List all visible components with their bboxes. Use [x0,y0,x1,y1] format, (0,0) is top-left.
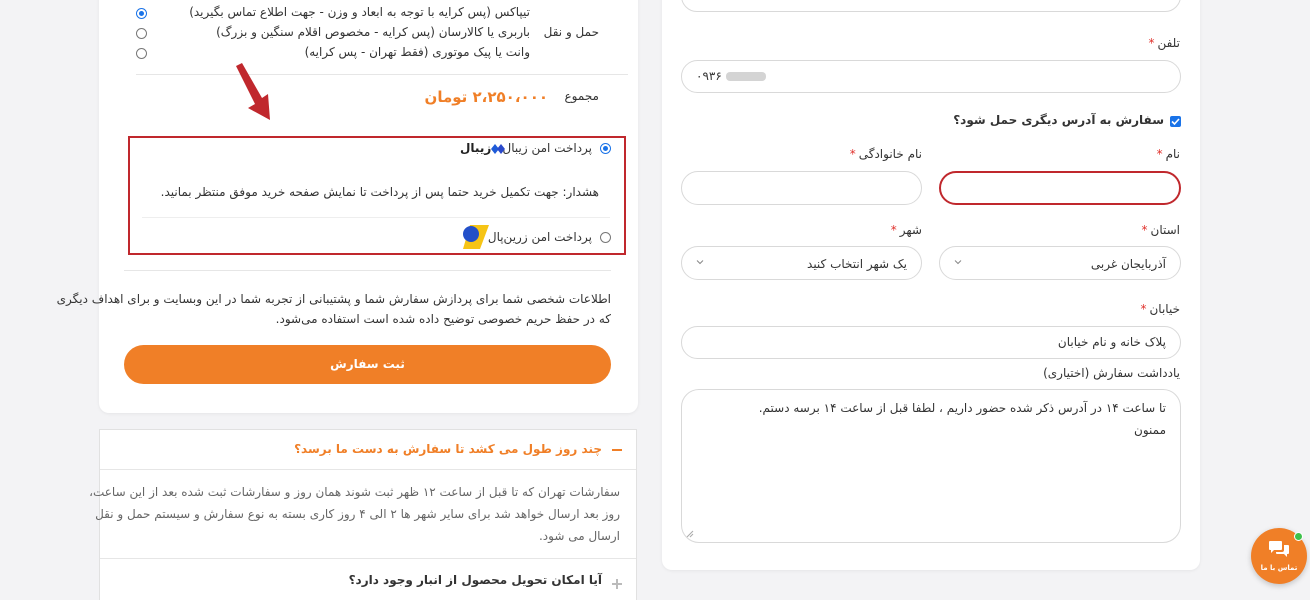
street-input[interactable]: پلاک خانه و نام خیابان [681,326,1181,359]
city-select[interactable]: یک شهر انتخاب کنید [681,246,922,280]
payment-warning: هشدار: جهت تکمیل خرید حتما پس از پرداخت … [160,185,599,199]
faq-answer-line1: سفارشات تهران که تا قبل از ساعت ۱۲ ظهر ث… [89,485,620,499]
zibal-logo-icon: زیبال [460,141,506,157]
last-name-label: نام خانوادگی* [849,147,922,161]
shipping-radio-tipax[interactable] [136,8,147,19]
first-name-label: نام* [1156,147,1180,161]
faq-question-2: آیا امکان تحویل محصول از انبار وجود دارد… [348,573,602,587]
first-name-input[interactable] [939,171,1181,205]
place-order-button[interactable]: ثبت سفارش [124,345,611,384]
privacy-text-line1: اطلاعات شخصی شما برای پردازش سفارش شما و… [56,292,611,306]
shipping-option-barbari[interactable]: باربری یا کالارسان (پس کرایه - مخصوص اقل… [216,25,530,39]
notes-line1: تا ساعت ۱۴ در آدرس ذکر شده حضور داریم ، … [758,401,1166,415]
total-value: ۲،۲۵۰،۰۰۰ تومان [424,88,548,106]
province-select[interactable]: آذربایجان غربی [939,246,1181,280]
ship-other-checkbox[interactable] [1170,116,1181,127]
total-label: مجموع [564,89,599,103]
faq-answer-line3: ارسال می شود. [538,529,620,543]
privacy-text-line2: که در حفظ حریم خصوصی توضیح داده شده است … [275,312,611,326]
city-label: شهر* [890,223,922,237]
notes-label: یادداشت سفارش (اختیاری) [1043,366,1180,380]
online-status-dot [1294,532,1303,541]
divider [136,74,628,75]
street-label: خیابان* [1140,302,1180,316]
notes-line2: ممنون [1134,423,1166,437]
shipping-radio-vanet[interactable] [136,48,147,59]
payment-zibal-label[interactable]: پرداخت امن زیبال [503,141,593,155]
faq-item-1[interactable]: چند روز طول می کشد تا سفارش به دست ما بر… [100,430,636,470]
street-placeholder: پلاک خانه و نام خیابان [1057,335,1166,349]
zibal-logo-text: زیبال [460,141,492,155]
province-value: آذربایجان غربی [1090,257,1166,271]
chat-icon [1269,541,1289,557]
order-notes-textarea[interactable]: تا ساعت ۱۴ در آدرس ذکر شده حضور داریم ، … [681,389,1181,543]
zarinpal-logo-icon [463,225,489,249]
faq-answer-line2: روز بعد ارسال خواهد شد برای سایر شهر ها … [95,507,620,521]
last-name-input[interactable] [681,171,922,205]
shipping-radio-barbari[interactable] [136,28,147,39]
phone-value: ۰۹۳۶ [696,69,722,83]
divider [142,217,610,218]
payment-radio-zarinpal[interactable] [600,232,611,243]
annotation-arrow-icon [236,63,270,120]
ship-other-label[interactable]: سفارش به آدرس دیگری حمل شود؟ [953,113,1164,127]
city-value: یک شهر انتخاب کنید [807,257,907,271]
faq-item-2[interactable]: آیا امکان تحویل محصول از انبار وجود دارد… [100,558,636,600]
previous-field[interactable] [681,0,1181,12]
payment-zarinpal-label[interactable]: پرداخت امن زرین‌پال [488,230,592,244]
shipping-label: حمل و نقل [543,25,599,39]
chat-label: تماس با ما [1260,564,1298,572]
phone-label: تلفن* [1148,36,1180,50]
faq-accordion: چند روز طول می کشد تا سفارش به دست ما بر… [89,429,637,600]
shipping-option-vanet[interactable]: وانت یا پیک موتوری (فقط تهران - پس کرایه… [305,45,530,59]
divider [124,270,611,271]
payment-radio-zibal[interactable] [600,143,611,154]
faq-question-1: چند روز طول می کشد تا سفارش به دست ما بر… [294,442,602,456]
expand-plus-icon [612,579,622,589]
shipping-option-tipax[interactable]: تیپاکس (پس کرایه با توجه به ابعاد و وزن … [189,5,530,19]
resize-handle-icon[interactable] [686,530,694,538]
province-label: استان* [1141,223,1180,237]
chevron-down-icon [696,260,704,265]
phone-input[interactable]: ۰۹۳۶ [681,60,1181,93]
phone-blurred [726,72,766,81]
collapse-minus-icon [612,449,622,451]
chevron-down-icon [954,260,962,265]
